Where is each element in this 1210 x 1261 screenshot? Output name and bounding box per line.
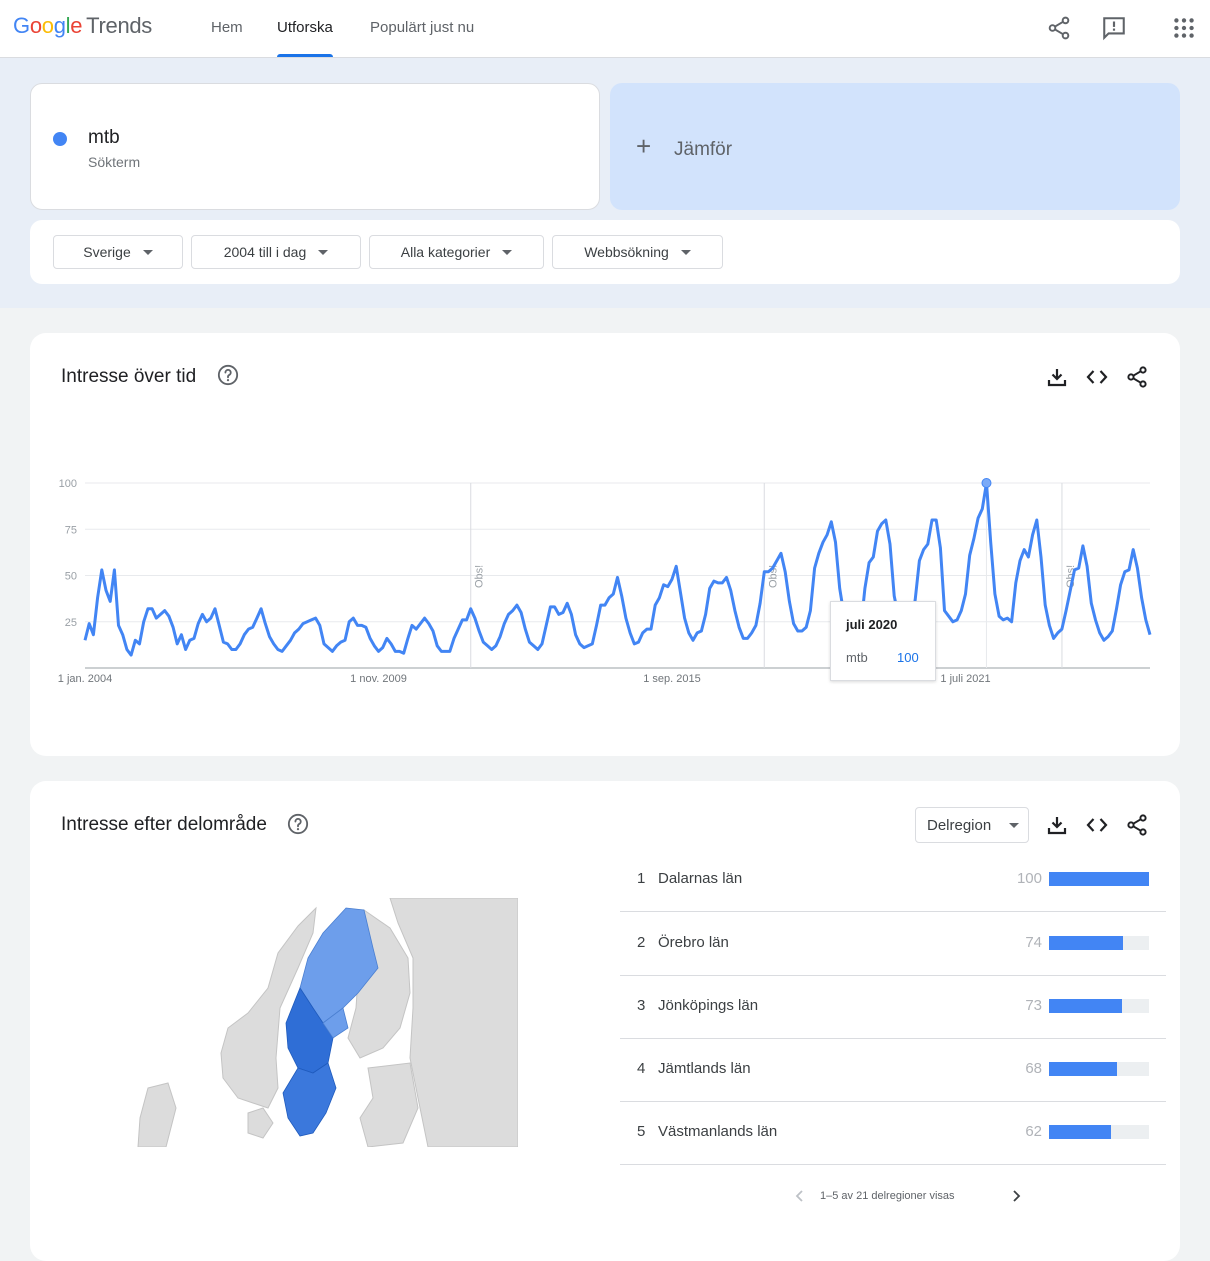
location-filter[interactable]: Sverige bbox=[53, 235, 183, 269]
caret-down-icon bbox=[1009, 823, 1019, 828]
y-tick-label: 25 bbox=[65, 617, 77, 629]
chart-gridlines bbox=[85, 482, 1150, 669]
caret-down-icon bbox=[318, 249, 329, 255]
region-bar bbox=[1049, 872, 1149, 886]
category-filter-label: Alla kategorier bbox=[400, 244, 491, 260]
series-line-mtb bbox=[83, 481, 1152, 657]
interest-by-region-title: Intresse efter delområde bbox=[61, 814, 267, 835]
region-name: Örebro län bbox=[658, 934, 729, 951]
nav-utforska[interactable]: Utforska bbox=[277, 0, 333, 57]
top-bar: Google Trends Hem Utforska Populärt just … bbox=[0, 0, 1210, 58]
region-bar bbox=[1049, 1062, 1117, 1076]
chevron-left-icon[interactable] bbox=[794, 1189, 806, 1203]
caret-down-icon bbox=[502, 249, 513, 255]
compare-button[interactable]: + Jämför bbox=[610, 83, 1180, 210]
feedback-icon[interactable] bbox=[1101, 15, 1127, 41]
region-value: 68 bbox=[1025, 1060, 1042, 1077]
region-row[interactable]: 1 Dalarnas län 100 bbox=[620, 848, 1166, 912]
region-bar-track bbox=[1049, 936, 1149, 950]
period-filter-label: 2004 till i dag bbox=[223, 244, 307, 260]
region-bar bbox=[1049, 999, 1122, 1013]
region-value: 62 bbox=[1025, 1123, 1042, 1140]
region-bar-track bbox=[1049, 1125, 1149, 1139]
tooltip-date: juli 2020 bbox=[846, 617, 898, 632]
logo-trends-wordmark: Trends bbox=[86, 13, 153, 38]
tooltip-value: 100 bbox=[897, 650, 919, 665]
region-bar bbox=[1049, 1125, 1111, 1139]
y-tick-label: 75 bbox=[65, 524, 77, 536]
caret-down-icon bbox=[142, 249, 153, 255]
region-rank: 5 bbox=[637, 1123, 646, 1140]
x-tick-label: 1 sep. 2015 bbox=[643, 673, 701, 685]
region-rank: 3 bbox=[637, 997, 646, 1014]
interest-by-region-card: Intresse efter delområde Delregion 1 Dal… bbox=[30, 781, 1180, 1261]
region-rank: 4 bbox=[637, 1060, 646, 1077]
location-filter-label: Sverige bbox=[83, 244, 131, 260]
x-tick-label: 1 juli 2021 bbox=[940, 673, 990, 685]
share-icon[interactable] bbox=[1046, 15, 1072, 41]
search-term-card[interactable]: mtb Sökterm bbox=[30, 83, 600, 210]
region-pagination: 1–5 av 21 delregioner visas bbox=[790, 1186, 1030, 1206]
apps-grid-icon[interactable] bbox=[1171, 15, 1197, 41]
region-map[interactable] bbox=[128, 898, 518, 1147]
pagination-label: 1–5 av 21 delregioner visas bbox=[820, 1190, 955, 1202]
region-value: 74 bbox=[1025, 934, 1042, 951]
embed-code-icon[interactable] bbox=[1085, 813, 1109, 837]
nav-popular[interactable]: Populärt just nu bbox=[370, 0, 474, 57]
region-rank: 2 bbox=[637, 934, 646, 951]
share-icon[interactable] bbox=[1125, 813, 1149, 837]
region-name: Västmanlands län bbox=[658, 1123, 778, 1140]
search-type-filter[interactable]: Webbsökning bbox=[552, 235, 723, 269]
region-row[interactable]: 3 Jönköpings län 73 bbox=[620, 975, 1166, 1039]
chart-series bbox=[83, 478, 1152, 657]
caret-down-icon bbox=[680, 249, 691, 255]
region-value: 73 bbox=[1025, 997, 1042, 1014]
region-bar-track bbox=[1049, 1062, 1149, 1076]
region-value: 100 bbox=[1016, 870, 1042, 887]
help-icon[interactable] bbox=[287, 813, 309, 835]
chart-highlight-point bbox=[981, 478, 992, 488]
y-tick-label: 100 bbox=[59, 478, 77, 490]
logo-google-wordmark: Google bbox=[13, 13, 83, 38]
region-row[interactable]: 4 Jämtlands län 68 bbox=[620, 1038, 1166, 1102]
google-trends-logo[interactable]: Google Trends bbox=[13, 13, 152, 39]
region-bar-track bbox=[1049, 872, 1149, 886]
filter-bar: Sverige 2004 till i dag Alla kategorier … bbox=[30, 220, 1180, 284]
x-tick-label: 1 nov. 2009 bbox=[350, 673, 407, 685]
x-tick-label: 1 jan. 2004 bbox=[58, 673, 112, 685]
y-tick-label: 50 bbox=[65, 571, 77, 583]
region-bar bbox=[1049, 936, 1123, 950]
period-filter[interactable]: 2004 till i dag bbox=[191, 235, 361, 269]
search-term-name[interactable]: mtb bbox=[88, 127, 120, 149]
term-color-dot bbox=[53, 132, 67, 146]
resolution-select[interactable]: Delregion bbox=[915, 807, 1029, 843]
chevron-right-icon[interactable] bbox=[1010, 1189, 1022, 1203]
region-row[interactable]: 2 Örebro län 74 bbox=[620, 912, 1166, 976]
region-name: Dalarnas län bbox=[658, 870, 743, 887]
search-type-filter-label: Webbsökning bbox=[584, 244, 669, 260]
plus-icon: + bbox=[636, 131, 652, 161]
region-bar-track bbox=[1049, 999, 1149, 1013]
resolution-select-label: Delregion bbox=[927, 817, 992, 834]
interest-over-time-chart[interactable]: Obs! Obs! Obs! 1007550251 jan. 2004 1 nov. … bbox=[30, 333, 1180, 756]
region-row[interactable]: 5 Västmanlands län 62 bbox=[620, 1101, 1166, 1165]
chart-note-label: Obs! bbox=[474, 565, 486, 588]
search-term-type: Sökterm bbox=[88, 154, 141, 170]
region-name: Jämtlands län bbox=[658, 1060, 751, 1077]
nav-hem[interactable]: Hem bbox=[211, 0, 243, 57]
region-rank: 1 bbox=[637, 870, 646, 887]
chart-tooltip: juli 2020 mtb 100 bbox=[830, 601, 936, 681]
interest-over-time-card: Intresse över tid Obs! Obs! Obs! 100 75 50 25… bbox=[30, 333, 1180, 756]
download-icon[interactable] bbox=[1045, 813, 1069, 837]
region-name: Jönköpings län bbox=[658, 997, 759, 1014]
tooltip-term: mtb bbox=[846, 650, 868, 665]
compare-label: Jämför bbox=[674, 139, 733, 160]
category-filter[interactable]: Alla kategorier bbox=[369, 235, 544, 269]
